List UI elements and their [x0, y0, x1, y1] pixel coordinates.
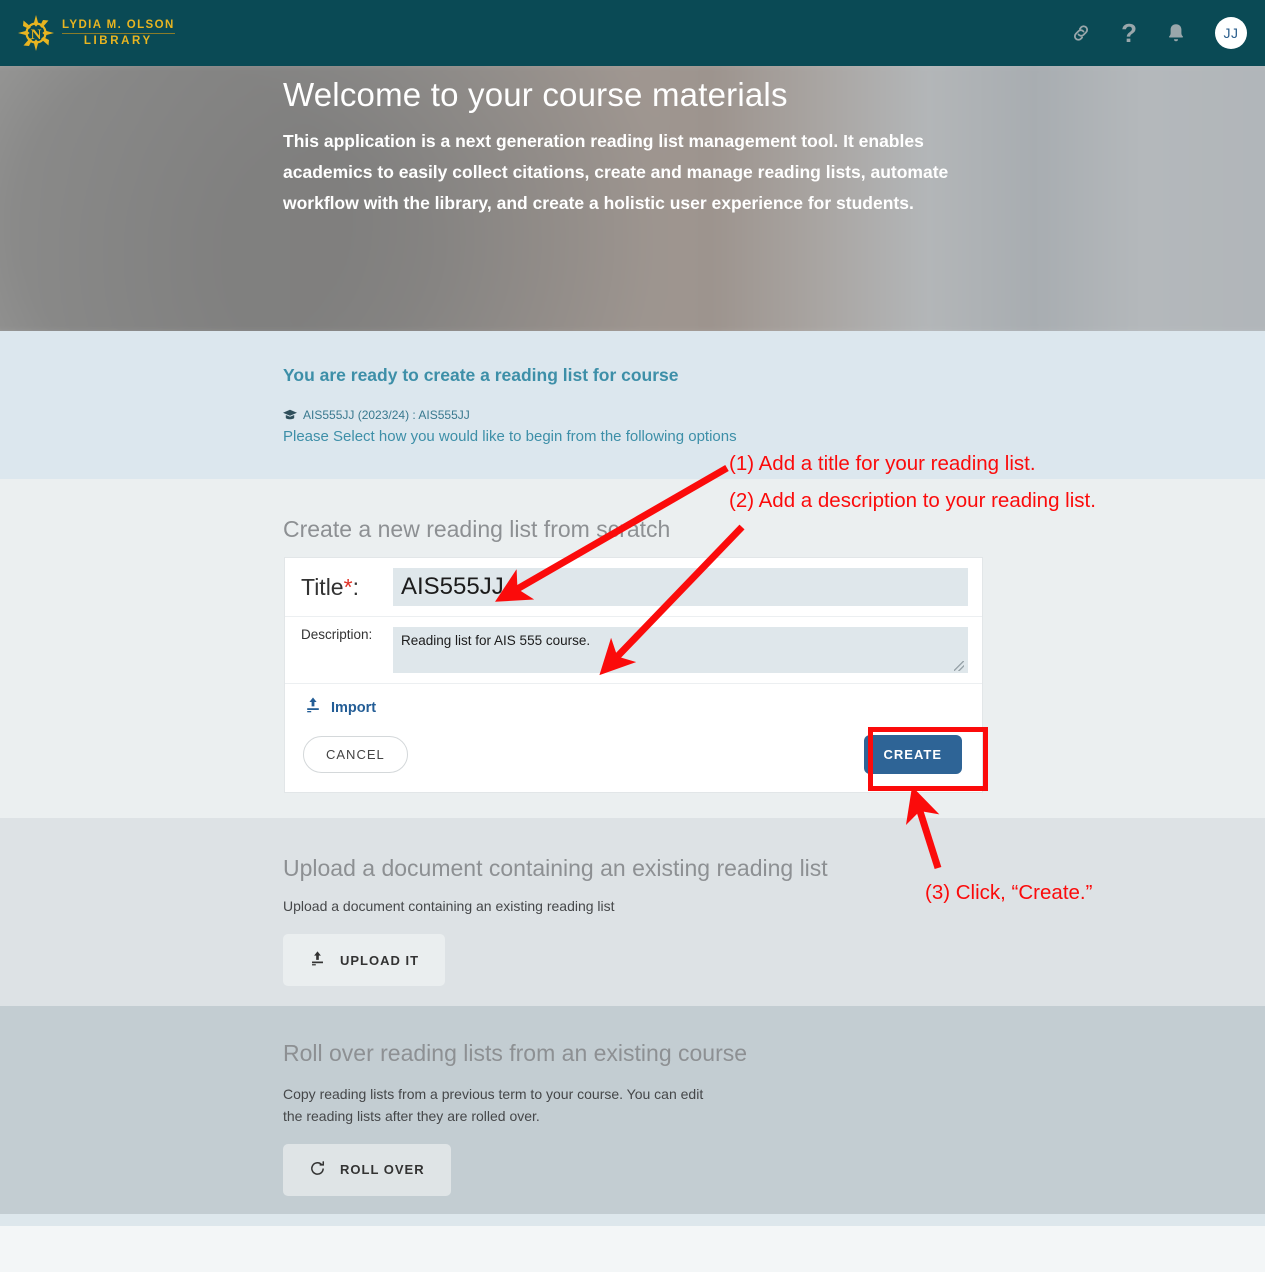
- upload-document-section: Upload a document containing an existing…: [0, 818, 1265, 1006]
- question-mark-icon[interactable]: ?: [1121, 20, 1137, 46]
- title-field-row: Title*:: [285, 558, 982, 617]
- page-title: Welcome to your course materials: [283, 76, 788, 113]
- upload-section-description: Upload a document containing an existing…: [283, 898, 615, 914]
- roll-over-button-label: ROLL OVER: [340, 1162, 425, 1178]
- hero-description: This application is a next generation re…: [283, 131, 949, 213]
- new-reading-list-form: Title*: Description: Import: [284, 557, 983, 793]
- upload-section-heading: Upload a document containing an existing…: [283, 855, 828, 881]
- required-asterisk: *: [343, 573, 353, 600]
- graduation-cap-icon: [283, 409, 297, 421]
- compass-rose-n-emblem-icon: N: [16, 13, 56, 53]
- roll-over-section: Roll over reading lists from an existing…: [0, 1006, 1265, 1214]
- hero-banner: Welcome to your course materials This ap…: [0, 66, 1265, 331]
- footer-band-upper: [0, 1214, 1265, 1226]
- avatar[interactable]: JJ: [1215, 17, 1247, 49]
- upload-it-button-label: UPLOAD IT: [340, 952, 420, 968]
- upload-icon: [309, 950, 326, 970]
- title-field-label: Title*:: [301, 573, 359, 600]
- upload-icon: [304, 696, 322, 719]
- top-bar-icon-group: ? JJ: [1069, 17, 1247, 49]
- ready-banner: You are ready to create a reading list f…: [0, 331, 1265, 479]
- top-navigation-bar: N LYDIA M. OLSON LIBRARY ? JJ: [0, 0, 1265, 66]
- description-textarea[interactable]: [393, 627, 968, 673]
- page-root: N LYDIA M. OLSON LIBRARY ? JJ Welcome to…: [0, 0, 1265, 1272]
- form-actions: CANCEL CREATE: [285, 729, 982, 792]
- course-code-label: AIS555JJ (2023/24) : AIS555JJ: [303, 408, 470, 422]
- ready-title: You are ready to create a reading list f…: [283, 365, 679, 385]
- svg-text:N: N: [31, 27, 42, 43]
- upload-it-button[interactable]: UPLOAD IT: [283, 934, 446, 986]
- cancel-button[interactable]: CANCEL: [303, 736, 408, 773]
- create-button[interactable]: CREATE: [863, 735, 962, 774]
- logo-title-line2: LIBRARY: [62, 32, 175, 47]
- rollover-section-description: Copy reading lists from a previous term …: [283, 1086, 704, 1125]
- course-info: AIS555JJ (2023/24) : AIS555JJ: [283, 408, 1265, 422]
- description-field-row: Description:: [285, 617, 982, 684]
- roll-over-button[interactable]: ROLL OVER: [283, 1143, 451, 1196]
- description-field-label: Description:: [301, 627, 373, 642]
- import-label: Import: [331, 699, 377, 716]
- refresh-icon: [309, 1160, 326, 1180]
- rollover-section-heading: Roll over reading lists from an existing…: [283, 1040, 748, 1066]
- title-input[interactable]: [393, 568, 968, 606]
- ready-instruction: Please Select how you would like to begi…: [283, 428, 737, 445]
- site-logo[interactable]: N LYDIA M. OLSON LIBRARY: [16, 13, 175, 53]
- scratch-section-heading: Create a new reading list from scratch: [283, 516, 671, 542]
- bell-icon[interactable]: [1165, 21, 1187, 45]
- link-icon[interactable]: [1069, 21, 1093, 45]
- create-from-scratch-section: Create a new reading list from scratch T…: [0, 479, 1265, 818]
- logo-title-line1: LYDIA M. OLSON: [62, 19, 175, 32]
- footer-band-lower: [0, 1226, 1265, 1272]
- import-row[interactable]: Import: [285, 684, 982, 729]
